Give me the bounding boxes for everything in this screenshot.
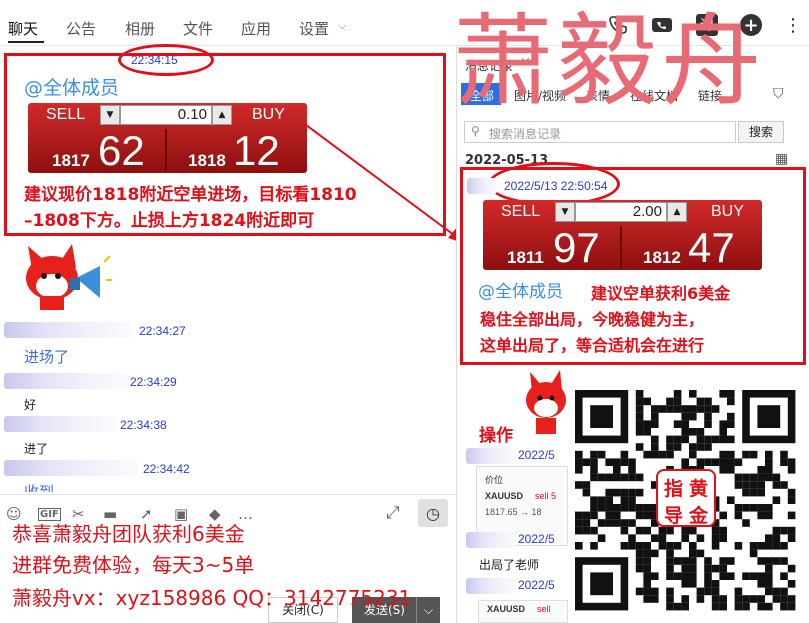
operation-label: 操作 (479, 426, 513, 446)
active-tab-indicator (8, 41, 44, 43)
result-line-1: 建议空单获利6美金 (591, 284, 731, 303)
advice-line-2: –1808下方。止损上方1824附近即可 (24, 211, 315, 231)
lot-input[interactable]: 0.10 (120, 105, 212, 125)
trade-widget: SELL ▼ 2.00 ▲ BUY 1811 97 1812 47 (483, 200, 762, 270)
at-all-mention[interactable]: @全体成员 (478, 277, 563, 302)
promo-line-2: 进群免费体验，每天3~5单 (12, 553, 255, 577)
lot-input[interactable]: 2.00 (575, 202, 667, 222)
sender-name-blurred (466, 532, 516, 548)
sell-price-prefix: 1811 (507, 248, 544, 267)
tab-chat[interactable]: 聊天 (8, 18, 38, 39)
arrow-annotation (301, 121, 466, 244)
message-time: 2022/5 (518, 448, 555, 462)
tab-apps[interactable]: 应用 (241, 18, 271, 39)
more-icon[interactable]: ⋮ (782, 14, 804, 36)
buy-label: BUY (252, 106, 285, 123)
clock-icon: ◷ (426, 503, 440, 523)
promo-line-3: 萧毅舟vx：xyz158986 QQ：3142775231 (12, 586, 412, 610)
history-button[interactable]: ◷ (418, 499, 448, 527)
message-text: 好 (24, 398, 37, 412)
search-placeholder: 搜索消息记录 (489, 127, 562, 141)
sell-fragment: sell (537, 604, 551, 614)
price-label: 价位 (485, 476, 504, 486)
message-time: 22:34:42 (143, 462, 190, 476)
lot-decrease-icon[interactable]: ▼ (100, 105, 120, 125)
sell-label: SELL (46, 106, 86, 123)
sender-name-blurred (466, 448, 516, 464)
message-time: 2022/5 (518, 578, 555, 592)
buy-price-big[interactable]: 47 (688, 227, 735, 269)
seal-logo: 指 黄 导 金 (656, 469, 716, 527)
tab-announcement[interactable]: 公告 (66, 18, 96, 39)
trade-widget: SELL ▼ 0.10 ▲ BUY 1817 62 1818 12 (28, 103, 307, 173)
message-text-clipped: 收到 (24, 482, 84, 492)
search-icon: ⚲ (471, 124, 480, 138)
message-time: 22:34:29 (130, 375, 177, 389)
expand-icon[interactable]: ⤢ (386, 503, 400, 523)
result-line-3: 这单出局了，等合适机会在进行 (480, 336, 705, 355)
sell-price-prefix: 1817 (52, 151, 90, 170)
qr-code: 指 黄 导 金 (568, 383, 803, 615)
lot-increase-icon[interactable]: ▲ (212, 105, 232, 125)
message-time: 2022/5 (518, 532, 555, 546)
promo-line-1: 恭喜萧毅舟团队获利6美金 (12, 522, 245, 546)
lot-increase-icon[interactable]: ▲ (667, 202, 687, 222)
message-text: 进了 (24, 442, 49, 456)
sender-name-blurred (4, 373, 128, 389)
message-time: 22:34:38 (120, 418, 167, 432)
seal-char: 金 (688, 505, 708, 527)
sender-name-blurred (4, 460, 138, 476)
tab-settings[interactable]: 设置 (299, 18, 329, 39)
send-options-chevron-icon[interactable]: ⌵ (416, 597, 440, 623)
message-text: 出局了老师 (479, 558, 540, 572)
at-all-mention[interactable]: @全体成员 (24, 73, 119, 100)
composer-divider (0, 494, 456, 495)
fox-sticker (526, 370, 566, 434)
seal-char: 指 (663, 478, 683, 500)
tab-files[interactable]: 文件 (183, 18, 213, 39)
sell-fragment: sell 5 (535, 491, 557, 501)
message-time: 2022/5/13 22:50:54 (504, 179, 608, 193)
tab-album[interactable]: 相册 (125, 18, 155, 39)
message-time: 22:34:27 (139, 324, 186, 338)
filter-icon[interactable]: ⛉ (773, 86, 784, 102)
symbol-label: XAUUSD (487, 604, 526, 614)
seal-char: 导 (663, 505, 683, 527)
widget-divider (165, 129, 167, 171)
calendar-icon[interactable]: ▦ (775, 151, 788, 167)
watermark-text: 萧毅舟 (453, 3, 765, 120)
sell-label: SELL (501, 203, 541, 220)
buy-price-prefix: 1818 (188, 151, 226, 170)
sender-name-blurred (4, 416, 116, 432)
order-card[interactable]: XAUUSD sell (478, 600, 568, 623)
message-text: 收到 (24, 483, 55, 492)
sell-price-big[interactable]: 97 (553, 227, 600, 269)
result-line-2: 稳住全部出局，今晚稳健为主， (480, 310, 705, 329)
message-text: 进场了 (24, 348, 70, 366)
buy-label: BUY (711, 203, 744, 220)
chevron-down-icon[interactable]: ⌵ (338, 19, 346, 33)
fox-sticker (26, 244, 112, 310)
symbol-label: XAUUSD (485, 491, 524, 501)
sender-name-blurred (466, 578, 516, 594)
search-button[interactable]: 搜索 (738, 121, 784, 143)
buy-price-prefix: 1812 (643, 248, 681, 267)
sender-name-blurred (467, 178, 497, 194)
search-input[interactable]: ⚲ 搜索消息记录 (464, 121, 736, 143)
lot-decrease-icon[interactable]: ▼ (555, 202, 575, 222)
widget-divider (620, 226, 622, 268)
buy-price-big[interactable]: 12 (233, 130, 280, 172)
seal-char: 黄 (688, 478, 708, 500)
sender-name-blurred (4, 322, 132, 338)
price-fragment: 1817.65 → 18 (485, 507, 542, 517)
sell-price-big[interactable]: 62 (98, 130, 145, 172)
